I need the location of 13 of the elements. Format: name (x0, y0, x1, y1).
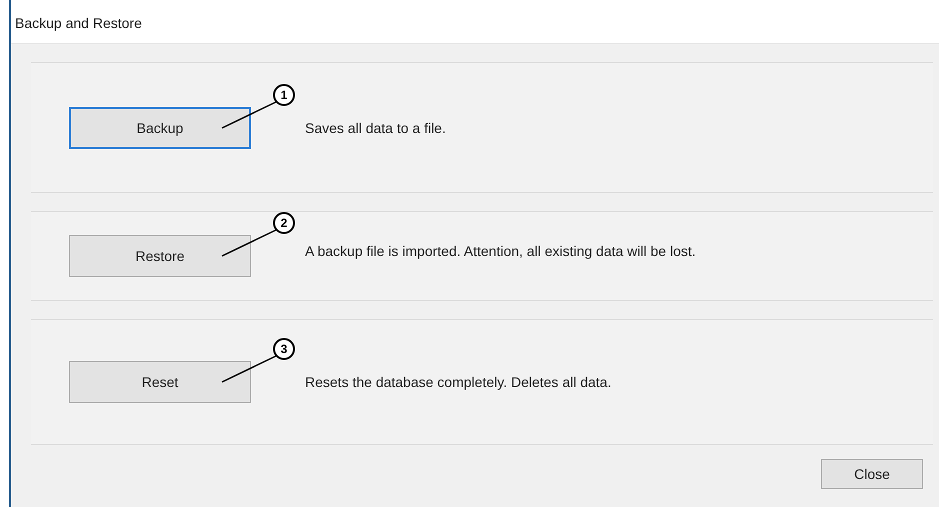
action-button[interactable]: Restore (69, 235, 251, 277)
leader-line (219, 353, 279, 385)
action-description: Resets the database completely. Deletes all data. (305, 374, 612, 390)
callout-number: 3 (273, 338, 295, 360)
leader-line (219, 227, 279, 259)
callout-number: 1 (273, 84, 295, 106)
action-button[interactable]: Backup (69, 106, 251, 148)
close-button[interactable]: Close (821, 459, 923, 489)
action-button[interactable]: Reset (69, 361, 251, 403)
action-description: A backup file is imported. Attention, all existing data will be lost. (305, 243, 696, 259)
action-description: Saves all data to a file. (305, 120, 446, 136)
callout-number: 2 (273, 212, 295, 234)
window-title: Backup and Restore (15, 14, 142, 30)
